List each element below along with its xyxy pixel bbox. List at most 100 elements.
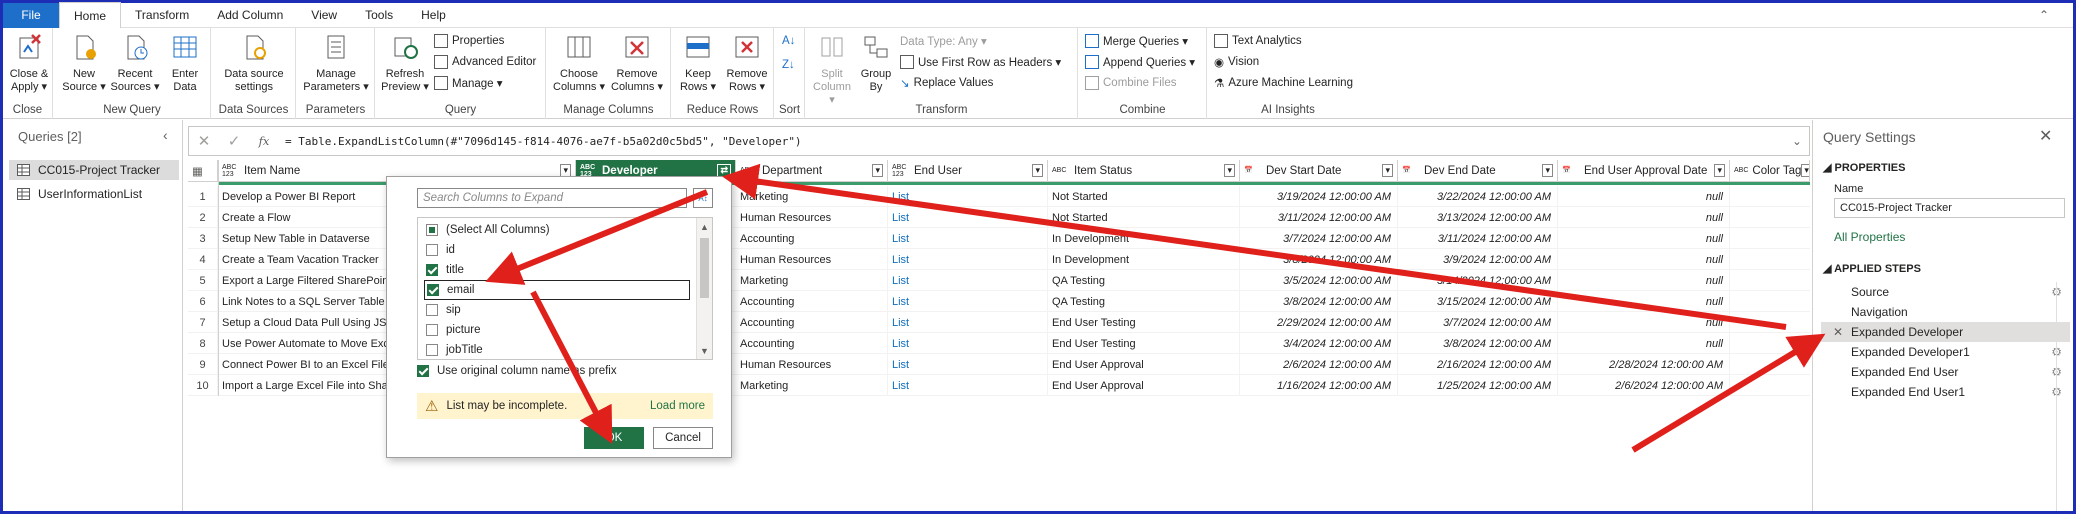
combine-files-button[interactable]: Combine Files — [1085, 74, 1177, 92]
column-header[interactable]: ABC Department ▾ — [736, 160, 888, 182]
table-cell[interactable]: List — [888, 186, 1048, 207]
table-cell[interactable]: 2/6/2024 12:00:00 AM — [1558, 375, 1730, 396]
close-apply-button[interactable]: Close & Apply ▾ — [8, 32, 50, 94]
table-cell[interactable]: 3/7/2024 12:00:00 AM — [1240, 228, 1398, 249]
row-number[interactable]: 2 — [188, 207, 218, 228]
filter-dropdown-icon[interactable]: ▾ — [872, 164, 883, 177]
option-checkbox[interactable] — [426, 304, 438, 316]
type-icon[interactable]: ABC — [1734, 167, 1748, 174]
column-header[interactable]: 📅 Dev Start Date ▾ — [1240, 160, 1398, 182]
column-header[interactable]: ABC Item Status ▾ — [1048, 160, 1240, 182]
tab-tools[interactable]: Tools — [351, 3, 407, 28]
table-cell[interactable]: List — [888, 207, 1048, 228]
scroll-thumb[interactable] — [700, 238, 709, 298]
load-more-link[interactable]: Load more — [650, 400, 705, 412]
table-cell[interactable]: List — [888, 249, 1048, 270]
row-number[interactable]: 8 — [188, 333, 218, 354]
applied-step[interactable]: Source ⚙ — [1821, 282, 2070, 302]
formula-input[interactable]: = Table.ExpandListColumn(#"7096d145-f814… — [279, 135, 1785, 148]
commit-formula-icon[interactable]: ✓ — [219, 132, 249, 150]
tab-transform[interactable]: Transform — [121, 3, 203, 28]
table-cell[interactable]: 3/13/2024 12:00:00 AM — [1398, 207, 1558, 228]
data-type-dropdown[interactable]: Data Type: Any ▾ — [900, 32, 987, 50]
enter-data-button[interactable]: Enter Data — [164, 32, 206, 94]
calendar-icon[interactable]: 📅 — [1244, 167, 1262, 174]
table-cell[interactable]: 2/16/2024 12:00:00 AM — [1398, 354, 1558, 375]
table-cell[interactable]: 3/8/2024 12:00:00 AM — [1240, 291, 1398, 312]
table-cell[interactable]: End User Approval — [1048, 375, 1240, 396]
applied-step[interactable]: ✕ Expanded Developer — [1821, 322, 2070, 342]
option-checkbox[interactable] — [426, 224, 438, 236]
tab-file[interactable]: File — [3, 2, 59, 28]
tab-home[interactable]: Home — [59, 2, 122, 28]
table-cell[interactable]: 3/7/2024 12:00:00 AM — [1398, 312, 1558, 333]
fx-icon[interactable]: fx — [249, 134, 279, 148]
type-icon[interactable]: ABC — [740, 167, 758, 174]
table-cell[interactable]: 2/29/2024 12:00:00 AM — [1240, 312, 1398, 333]
remove-rows-button[interactable]: Remove Rows ▾ — [724, 32, 770, 94]
column-option[interactable]: email — [424, 280, 690, 300]
type-icon[interactable]: ABC 123 — [222, 164, 240, 178]
column-option[interactable]: (Select All Columns) — [426, 220, 688, 240]
table-cell[interactable]: QA Testing — [1048, 291, 1240, 312]
option-checkbox[interactable] — [426, 344, 438, 356]
table-cell[interactable]: List — [888, 228, 1048, 249]
column-option[interactable]: picture — [426, 320, 688, 340]
filter-dropdown-icon[interactable]: ▾ — [1382, 164, 1393, 177]
table-cell[interactable]: Marketing — [736, 375, 888, 396]
option-checkbox[interactable] — [426, 264, 438, 276]
table-cell[interactable]: 3/4/2024 12:00:00 AM — [1240, 333, 1398, 354]
applied-step[interactable]: Navigation — [1821, 302, 2070, 322]
table-cell[interactable]: Accounting — [736, 291, 888, 312]
query-item-user-information[interactable]: UserInformationList — [9, 184, 179, 204]
table-cell[interactable]: QA Testing — [1048, 270, 1240, 291]
option-checkbox[interactable] — [426, 324, 438, 336]
row-number[interactable]: 4 — [188, 249, 218, 270]
azure-ml-button[interactable]: ⚗ Azure Machine Learning — [1214, 74, 1353, 92]
table-menu-icon[interactable]: ▦ — [188, 160, 218, 182]
table-cell[interactable]: null — [1558, 333, 1730, 354]
cancel-formula-icon[interactable]: ✕ — [189, 132, 219, 150]
table-cell[interactable]: List — [888, 291, 1048, 312]
row-number[interactable]: 7 — [188, 312, 218, 333]
row-number[interactable]: 1 — [188, 186, 218, 207]
ok-button[interactable]: OK — [584, 427, 644, 449]
group-by-button[interactable]: Group By — [856, 32, 896, 94]
table-cell[interactable]: Human Resources — [736, 354, 888, 375]
filter-dropdown-icon[interactable]: ▾ — [1542, 164, 1553, 177]
column-header[interactable]: ABC 123 End User ▾ — [888, 160, 1048, 182]
sort-descending-icon[interactable]: Z↓ — [782, 56, 795, 74]
column-header[interactable]: 📅 End User Approval Date ▾ — [1558, 160, 1730, 182]
properties-button[interactable]: Properties — [434, 32, 504, 50]
all-properties-link[interactable]: All Properties — [1834, 230, 1905, 244]
table-cell[interactable]: null — [1558, 270, 1730, 291]
table-cell[interactable]: In Development — [1048, 249, 1240, 270]
manage-button[interactable]: Manage ▾ — [434, 74, 503, 92]
applied-step[interactable]: Expanded End User1 ⚙ — [1821, 382, 2070, 402]
prefix-checkbox[interactable] — [417, 365, 429, 377]
split-column-button[interactable]: Split Column ▾ — [810, 32, 854, 107]
table-cell[interactable]: Human Resources — [736, 249, 888, 270]
option-checkbox[interactable] — [427, 284, 439, 296]
tab-help[interactable]: Help — [407, 3, 460, 28]
table-cell[interactable]: Accounting — [736, 333, 888, 354]
table-cell[interactable]: End User Approval — [1048, 354, 1240, 375]
type-icon[interactable]: ABC 123 — [892, 164, 910, 178]
table-cell[interactable]: 3/14/2024 12:00:00 AM — [1398, 270, 1558, 291]
calendar-icon[interactable]: 📅 — [1402, 167, 1420, 174]
applied-step[interactable]: Expanded End User ⚙ — [1821, 362, 2070, 382]
refresh-preview-button[interactable]: Refresh Preview ▾ — [380, 32, 430, 94]
table-cell[interactable]: 3/9/2024 12:00:00 AM — [1398, 249, 1558, 270]
table-cell[interactable]: End User Testing — [1048, 312, 1240, 333]
text-analytics-button[interactable]: Text Analytics — [1214, 32, 1302, 50]
collapse-ribbon-icon[interactable]: ⌃ — [2039, 8, 2049, 22]
table-cell[interactable]: List — [888, 375, 1048, 396]
column-option[interactable]: sip — [426, 300, 688, 320]
table-cell[interactable]: null — [1558, 249, 1730, 270]
table-cell[interactable]: List — [888, 333, 1048, 354]
table-cell[interactable]: Not Started — [1048, 186, 1240, 207]
delete-step-icon[interactable]: ✕ — [1833, 325, 1843, 339]
row-number[interactable]: 3 — [188, 228, 218, 249]
tab-view[interactable]: View — [297, 3, 351, 28]
table-cell[interactable]: null — [1558, 207, 1730, 228]
